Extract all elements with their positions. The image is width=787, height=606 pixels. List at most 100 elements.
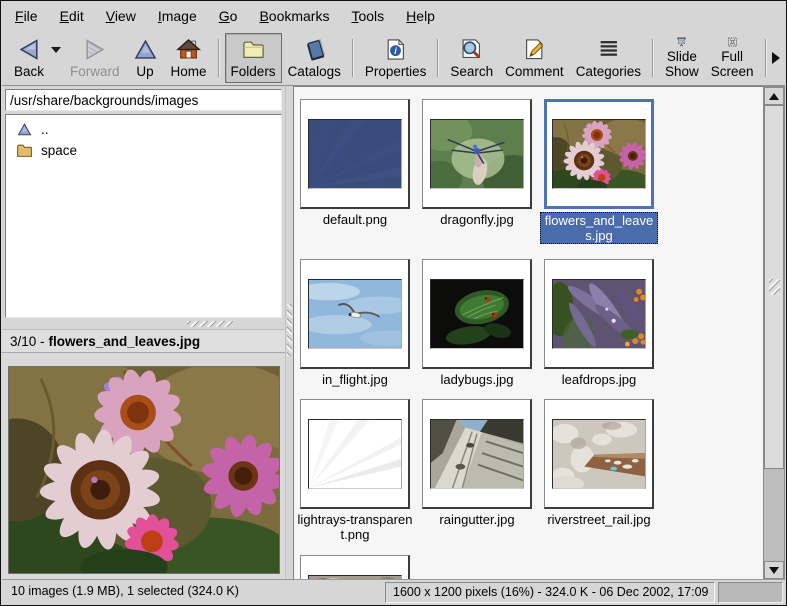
menu-image[interactable]: Image — [147, 3, 208, 29]
thumbnail-riverstreet_rail.jpg[interactable] — [544, 399, 654, 509]
home-button[interactable]: Home — [165, 33, 213, 83]
properties-button[interactable]: iProperties — [359, 33, 433, 83]
thumbnail-image — [430, 119, 524, 189]
home-icon — [175, 36, 202, 63]
categories-icon — [595, 36, 622, 63]
thumbnail-label[interactable]: dragonfly.jpg — [418, 212, 536, 227]
thumbnail-dragonfly.jpg[interactable] — [422, 99, 532, 209]
forward-button: Forward — [64, 33, 126, 83]
thumbnail-default.png[interactable] — [300, 99, 410, 209]
toolbar-button-label: Properties — [365, 64, 427, 79]
fullscreen-icon — [719, 36, 746, 48]
thumbnail-image — [552, 419, 646, 489]
catalogs-button[interactable]: Catalogs — [282, 33, 347, 83]
thumbnail-image — [430, 279, 524, 349]
statusbar: 10 images (1.9 MB), 1 selected (324.0 K)… — [2, 579, 785, 604]
folder-list: .. space — [5, 114, 282, 318]
toolbar-button-label: Folders — [231, 64, 276, 79]
splitter-grip[interactable] — [187, 321, 233, 327]
catalogs-icon — [301, 36, 328, 63]
thumbnail-label[interactable]: lightrays-transparent.png — [296, 512, 414, 542]
toolbar-button-label: Slide Show — [665, 49, 699, 79]
up-icon — [16, 121, 33, 138]
horizontal-splitter[interactable] — [2, 319, 285, 329]
gthumb-window: FileEditViewImageGoBookmarksToolsHelp Ba… — [0, 0, 787, 606]
menu-edit[interactable]: Edit — [49, 3, 95, 29]
main-area: .. space 3/10 - flowers_and_leaves.jpg de… — [2, 86, 785, 581]
thumbnail-image — [552, 119, 646, 189]
toolbar-separator — [352, 39, 354, 77]
toolbar-separator — [437, 39, 439, 77]
scroll-down-button[interactable] — [764, 561, 784, 579]
menu-go[interactable]: Go — [208, 3, 249, 29]
image-filename-label: flowers_and_leaves.jpg — [49, 334, 201, 349]
comment-button[interactable]: Comment — [499, 33, 570, 83]
slide-show-button[interactable]: Slide Show — [659, 33, 705, 83]
thumbnail-in_flight.jpg[interactable] — [300, 259, 410, 369]
thumbnail-image — [552, 279, 646, 349]
back-button[interactable]: Back — [8, 33, 50, 83]
up-button[interactable]: Up — [126, 33, 165, 83]
thumbnail-lightrays-transparent.png[interactable] — [300, 399, 410, 509]
comment-icon — [521, 36, 548, 63]
thumbnail-browser: default.png dragonfly.jpg flowers_and_leav… — [293, 86, 763, 580]
folder-item-parent[interactable]: .. — [6, 119, 281, 140]
preview-pane — [2, 353, 285, 581]
toolbar-button-label: Catalogs — [288, 64, 341, 79]
toolbar-overflow-arrow-icon[interactable] — [772, 52, 780, 64]
menu-help[interactable]: Help — [395, 3, 446, 29]
properties-icon: i — [382, 36, 409, 63]
image-info-bar: 3/10 - flowers_and_leaves.jpg — [2, 329, 285, 353]
toolbar-separator — [652, 39, 654, 77]
status-images-summary: 10 images (1.9 MB), 1 selected (324.0 K) — [11, 584, 239, 598]
folder-icon — [16, 142, 33, 159]
toolbar-button-label: Back — [14, 64, 44, 79]
location-path-input[interactable] — [5, 89, 282, 111]
slideshow-icon — [668, 36, 695, 48]
thumbnail-ladybugs.jpg[interactable] — [422, 259, 532, 369]
image-position-label: 3/10 - — [10, 334, 45, 349]
thumbnail-label[interactable]: in_flight.jpg — [296, 372, 414, 387]
toolbar-separator — [765, 39, 767, 77]
up-icon — [132, 36, 159, 63]
thumbnail-raingutter.jpg[interactable] — [422, 399, 532, 509]
toolbar-button-label: Categories — [576, 64, 641, 79]
back-history-dropdown-icon[interactable] — [51, 47, 61, 53]
thumbnail-label[interactable]: raingutter.jpg — [418, 512, 536, 527]
splitter-grip[interactable] — [287, 304, 292, 356]
status-progress-area — [718, 582, 783, 603]
scroll-up-button[interactable] — [764, 87, 784, 105]
arrow-up-icon — [769, 93, 779, 100]
thumbnail-label[interactable]: default.png — [296, 212, 414, 227]
thumbnail-image — [308, 419, 402, 489]
toolbar-separator — [218, 39, 220, 77]
menu-file[interactable]: File — [4, 3, 49, 29]
folders-icon — [240, 36, 267, 63]
menu-tools[interactable]: Tools — [340, 3, 395, 29]
menu-bookmarks[interactable]: Bookmarks — [248, 3, 340, 29]
categories-button[interactable]: Categories — [570, 33, 647, 83]
scrollbar-thumb[interactable] — [764, 105, 784, 469]
thumbnail-label[interactable]: riverstreet_rail.jpg — [540, 512, 658, 527]
vertical-scrollbar[interactable] — [763, 86, 785, 580]
thumbnail-partial[interactable] — [300, 555, 410, 580]
thumbnail-label[interactable]: flowers_and_leaves.jpg — [540, 212, 658, 244]
search-button[interactable]: Search — [444, 33, 499, 83]
toolbar-button-label: Search — [450, 64, 493, 79]
menu-view[interactable]: View — [95, 3, 147, 29]
full-screen-button[interactable]: Full Screen — [705, 33, 760, 83]
status-image-details: 1600 x 1200 pixels (16%) - 324.0 K - 06 … — [385, 582, 715, 603]
vertical-splitter[interactable] — [285, 86, 293, 581]
folder-item-label: .. — [41, 122, 49, 137]
preview-image — [8, 366, 280, 574]
thumbnail-flowers_and_leaves.jpg[interactable] — [544, 99, 654, 209]
thumbnail-label[interactable]: ladybugs.jpg — [418, 372, 536, 387]
folders-button[interactable]: Folders — [225, 33, 282, 83]
toolbar-button-label: Forward — [70, 64, 120, 79]
thumbnail-label[interactable]: leafdrops.jpg — [540, 372, 658, 387]
toolbar-button-label: Full Screen — [711, 49, 754, 79]
thumbnail-leafdrops.jpg[interactable] — [544, 259, 654, 369]
thumbnail-image — [430, 419, 524, 489]
folder-item-space[interactable]: space — [6, 140, 281, 161]
menubar: FileEditViewImageGoBookmarksToolsHelp — [2, 1, 785, 31]
